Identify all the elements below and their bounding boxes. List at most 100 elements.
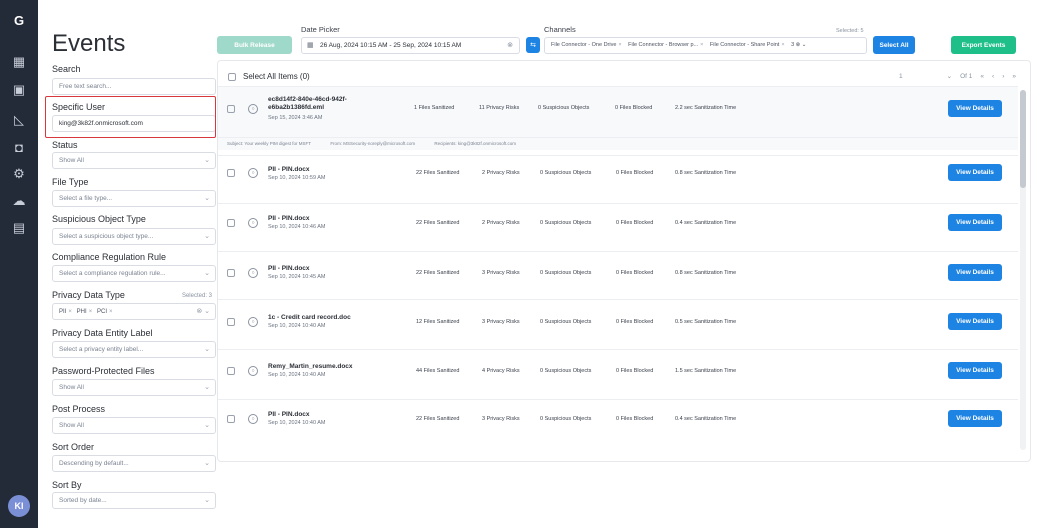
view-details-button[interactable]: View Details	[948, 313, 1002, 330]
compliance-select[interactable]: Select a compliance regulation rule... ⌄	[52, 265, 216, 282]
view-details-button[interactable]: View Details	[948, 214, 1002, 231]
select-all-button[interactable]: Select All	[873, 36, 915, 54]
row-checkbox[interactable]	[227, 318, 235, 326]
chart-icon[interactable]: ◺	[9, 110, 29, 130]
channel-chip[interactable]: File Connector - One Drive ×	[551, 38, 622, 53]
row-files-sanitized: 22 Files Sanitized	[416, 220, 460, 226]
row-privacy-risks: 11 Privacy Risks	[479, 105, 520, 111]
close-icon[interactable]: ×	[618, 42, 621, 48]
swap-icon[interactable]: ⇆	[526, 37, 540, 53]
grid-icon[interactable]: ▦	[9, 52, 29, 72]
privacy-type-select[interactable]: PII × PHI × PCI × ⊗ ⌄	[52, 303, 216, 320]
sort-by-select[interactable]: Sorted by date... ⌄	[52, 492, 216, 509]
row-suspicious-objects: 0 Suspicious Objects	[540, 220, 592, 226]
post-process-select[interactable]: Show All ⌄	[52, 417, 216, 434]
row-suspicious-objects: 0 Suspicious Objects	[540, 368, 592, 374]
filter-sidebar: Events Search Free text search... Specif…	[38, 0, 216, 528]
row-checkbox[interactable]	[227, 105, 235, 113]
password-protected-label: Password-Protected Files	[52, 366, 155, 376]
bulk-release-button[interactable]: Bulk Release	[217, 36, 292, 54]
last-page-icon[interactable]: »	[1012, 73, 1016, 80]
nav-rail: G ▦ ▣ ◺ ◘ ⚙ ☁ ▤ KI	[0, 0, 38, 528]
suspicious-type-label: Suspicious Object Type	[52, 214, 146, 224]
row-date: Sep 15, 2024 3:46 AM	[268, 115, 323, 121]
suspicious-type-select[interactable]: Select a suspicious object type... ⌄	[52, 228, 216, 245]
table-row[interactable]: ○ PII - PIN.docx Sep 10, 2024 10:40 AM 2…	[218, 399, 1018, 449]
search-input[interactable]: Free text search...	[52, 78, 216, 95]
row-file-name: PII - PIN.docx	[268, 166, 310, 173]
channels-selected-count: Selected: 5	[836, 28, 864, 34]
password-protected-select[interactable]: Show All ⌄	[52, 379, 216, 396]
avatar[interactable]: KI	[8, 495, 30, 517]
privacy-label-select[interactable]: Select a privacy entity label... ⌄	[52, 341, 216, 358]
close-icon[interactable]: ×	[700, 42, 703, 48]
specific-user-highlight	[45, 96, 216, 138]
release-icon[interactable]: ○	[248, 218, 258, 228]
view-details-button[interactable]: View Details	[948, 410, 1002, 427]
cloud-icon[interactable]: ☁	[9, 191, 29, 211]
release-icon[interactable]: ○	[248, 366, 258, 376]
channel-chip[interactable]: File Connector - Share Point ×	[710, 38, 785, 53]
date-range-input[interactable]: ▦ 26 Aug, 2024 10:15 AM - 25 Sep, 2024 1…	[301, 37, 520, 54]
privacy-type-selected-count: Selected: 3	[181, 293, 212, 299]
row-file-name: 1c - Credit card record.doc	[268, 314, 351, 321]
scrollbar-thumb[interactable]	[1020, 90, 1026, 188]
row-checkbox[interactable]	[227, 415, 235, 423]
channels-select[interactable]: File Connector - One Drive × File Connect…	[544, 37, 867, 54]
row-files-sanitized: 22 Files Sanitized	[416, 416, 460, 422]
select-all-items[interactable]: Select All Items (0)	[228, 72, 310, 81]
select-all-checkbox[interactable]	[228, 72, 236, 81]
first-page-icon[interactable]: «	[980, 73, 984, 80]
status-select[interactable]: Show All ⌄	[52, 152, 216, 169]
release-icon[interactable]: ○	[248, 168, 258, 178]
file-type-select[interactable]: Select a file type... ⌄	[52, 190, 216, 207]
row-privacy-risks: 3 Privacy Risks	[482, 319, 520, 325]
table-row[interactable]: ○ PII - PIN.docx Sep 10, 2024 10:46 AM 2…	[218, 203, 1018, 247]
row-checkbox[interactable]	[227, 367, 235, 375]
search-label: Search	[52, 64, 81, 74]
table-row[interactable]: ○ PII - PIN.docx Sep 10, 2024 10:59 AM 2…	[218, 155, 1018, 199]
pagination: 1 ⌄ Of 1 « ‹ › »	[899, 72, 1016, 81]
logo-icon[interactable]: G	[9, 10, 29, 30]
table-row[interactable]: ○ 1c - Credit card record.doc Sep 10, 20…	[218, 299, 1018, 345]
row-checkbox[interactable]	[227, 219, 235, 227]
row-sanitization-time: 0.4 sec Sanitization Time	[675, 416, 737, 422]
chip-pci[interactable]: PCI ×	[97, 305, 113, 319]
close-icon[interactable]: ×	[781, 42, 784, 48]
chip-pii[interactable]: PII ×	[59, 305, 72, 319]
close-icon[interactable]: ×	[89, 309, 93, 315]
next-page-icon[interactable]: ›	[1002, 73, 1004, 80]
release-icon[interactable]: ○	[248, 414, 258, 424]
export-events-button[interactable]: Export Events	[951, 36, 1016, 54]
archive-icon[interactable]: ▣	[9, 80, 29, 100]
row-checkbox[interactable]	[227, 169, 235, 177]
table-row[interactable]: ○ Remy_Martin_resume.docx Sep 10, 2024 1…	[218, 349, 1018, 395]
row-suspicious-objects: 0 Suspicious Objects	[540, 170, 592, 176]
row-file-name: PII - PIN.docx	[268, 215, 310, 222]
release-icon[interactable]: ○	[248, 268, 258, 278]
document-icon[interactable]: ▤	[9, 218, 29, 238]
row-checkbox[interactable]	[227, 269, 235, 277]
row-privacy-risks: 4 Privacy Risks	[482, 368, 520, 374]
view-details-button[interactable]: View Details	[948, 100, 1002, 117]
row-date: Sep 10, 2024 10:45 AM	[268, 274, 326, 280]
users-icon[interactable]: ◘	[9, 137, 29, 157]
close-icon[interactable]: ×	[109, 309, 113, 315]
view-details-button[interactable]: View Details	[948, 164, 1002, 181]
release-icon[interactable]: ○	[248, 104, 258, 114]
chevron-down-icon[interactable]: ⌄	[947, 72, 952, 80]
close-icon[interactable]: ×	[68, 309, 72, 315]
view-details-button[interactable]: View Details	[948, 264, 1002, 281]
settings-icon[interactable]: ⚙	[9, 164, 29, 184]
view-details-button[interactable]: View Details	[948, 362, 1002, 379]
sort-order-select[interactable]: Descending by default... ⌄	[52, 455, 216, 472]
table-row[interactable]: ○ PII - PIN.docx Sep 10, 2024 10:45 AM 2…	[218, 251, 1018, 295]
release-icon[interactable]: ○	[248, 317, 258, 327]
prev-page-icon[interactable]: ‹	[992, 73, 994, 80]
clear-icon[interactable]: ⊗	[507, 38, 513, 53]
email-recipients: Recipients: king@3k82f.onmicrosoft.com	[434, 141, 517, 146]
table-row[interactable]: ○ ec8d14f2-840e-46cd-942f-e6ba2b1386fd.e…	[218, 86, 1018, 150]
chip-phi[interactable]: PHI ×	[77, 305, 93, 319]
row-date: Sep 10, 2024 10:40 AM	[268, 372, 326, 378]
channel-chip[interactable]: File Connector - Browser p... ×	[628, 38, 703, 53]
